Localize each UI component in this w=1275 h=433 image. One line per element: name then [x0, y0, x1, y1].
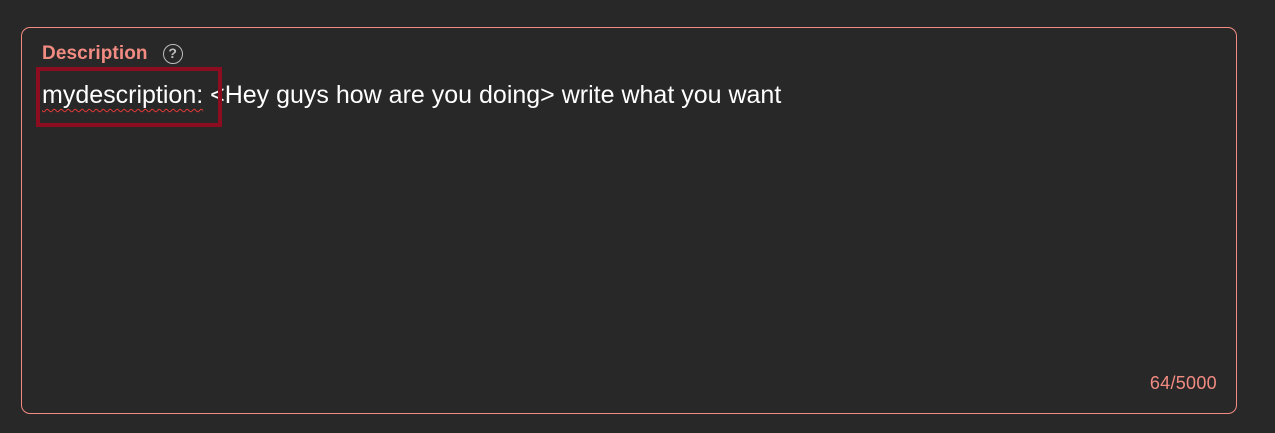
character-counter: 64/5000 [1149, 373, 1217, 393]
description-textarea[interactable]: mydescription: <Hey guys how are you doi… [42, 80, 781, 110]
description-label: Description [42, 43, 148, 64]
question-circle-icon[interactable]: ? [162, 44, 183, 64]
description-field[interactable]: Description ? mydescription: <Hey guys h… [21, 27, 1237, 414]
description-text: <Hey guys how are you doing> write what … [203, 81, 782, 109]
description-label-row: Description ? [42, 40, 183, 68]
misspelled-word[interactable]: mydescription: [42, 81, 203, 109]
